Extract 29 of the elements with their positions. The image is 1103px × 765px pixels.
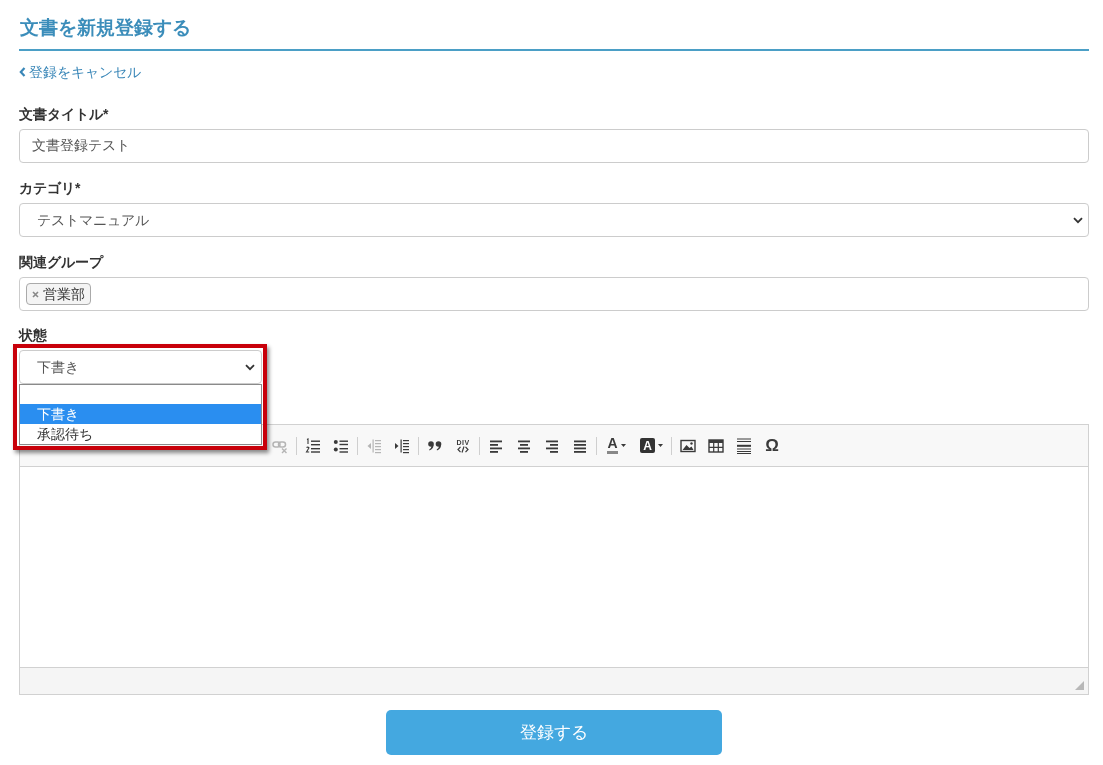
title-input[interactable]: 文書登録テスト: [19, 129, 1089, 163]
indent-icon: [394, 437, 410, 454]
remove-tag-icon[interactable]: [32, 290, 39, 298]
bulleted-list-icon: [333, 437, 349, 454]
caret-icon: [658, 444, 663, 447]
tag-label: 営業部: [43, 285, 85, 303]
table-icon: [708, 437, 724, 454]
chevron-down-icon: [1073, 216, 1083, 224]
special-character-button[interactable]: Ω: [758, 431, 786, 460]
numbered-list-icon: [305, 437, 321, 454]
outdent-icon: [366, 437, 382, 454]
background-color-button[interactable]: A: [634, 431, 669, 460]
status-select[interactable]: 下書き: [19, 350, 262, 384]
category-select[interactable]: テストマニュアル: [19, 203, 1089, 237]
field-label: 関連グループ: [19, 253, 105, 272]
group-tag-field[interactable]: 営業部: [19, 277, 1089, 311]
resize-grip-icon[interactable]: [1075, 681, 1084, 690]
code-brackets-icon: [457, 445, 469, 453]
image-icon: [680, 437, 696, 454]
chevron-down-icon: [245, 363, 255, 371]
field-label: 文書タイトル*: [19, 105, 110, 124]
caret-icon: [620, 444, 626, 447]
field-label: カテゴリ*: [19, 179, 82, 198]
page-title: 文書を新規登録する: [19, 15, 1089, 51]
chevron-left-icon: [19, 67, 26, 77]
cancel-link[interactable]: 登録をキャンセル: [19, 62, 141, 82]
field-label: 状態: [19, 326, 48, 345]
text-color-button[interactable]: A: [599, 431, 634, 460]
horizontal-rule-icon: [736, 437, 752, 454]
